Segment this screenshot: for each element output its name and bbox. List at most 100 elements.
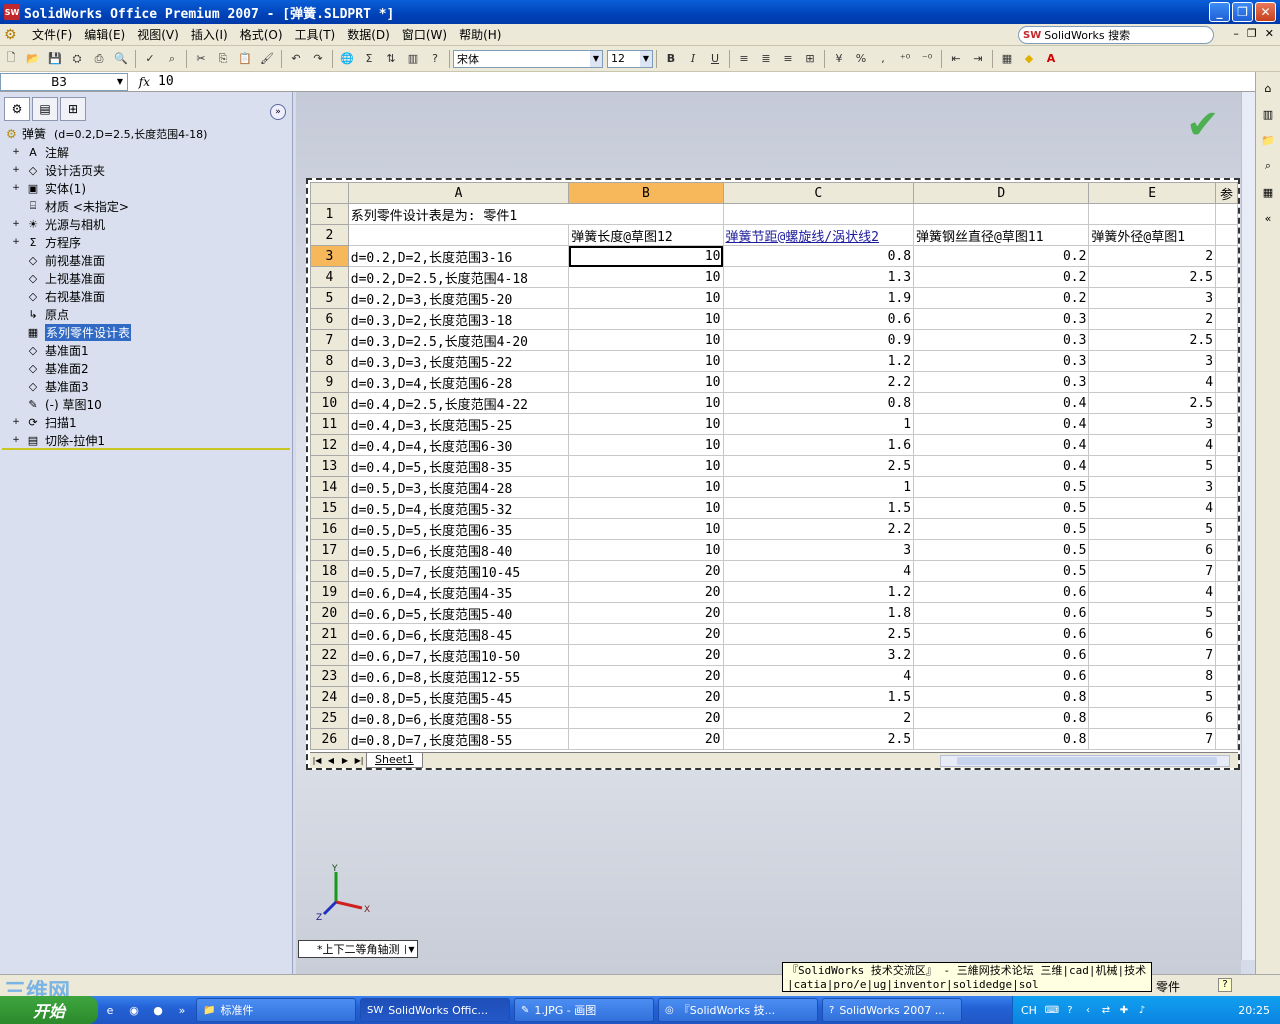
- row-header[interactable]: 11: [310, 413, 349, 435]
- mdi-close-icon[interactable]: ✕: [1265, 27, 1274, 40]
- spring-pitch-cell[interactable]: 3.2: [722, 644, 915, 666]
- config-name-cell[interactable]: d=0.3,D=2.5,长度范围4-20: [347, 329, 570, 351]
- spring-length-cell[interactable]: 20: [568, 686, 724, 708]
- spring-pitch-cell[interactable]: 0.8: [722, 392, 915, 414]
- config-name-cell[interactable]: d=0.8,D=7,长度范围8-55: [347, 728, 570, 750]
- tree-item[interactable]: ↳ 原点: [0, 305, 293, 323]
- volume-icon[interactable]: ♪: [1135, 1003, 1149, 1017]
- help-icon[interactable]: ?: [425, 49, 445, 69]
- row-header[interactable]: 5: [310, 287, 349, 309]
- wire-diameter-cell[interactable]: 0.6: [913, 623, 1090, 645]
- row-header[interactable]: 13: [310, 455, 349, 477]
- grid-cell[interactable]: [1215, 665, 1238, 687]
- more-quick-launch-icon[interactable]: »: [172, 1000, 192, 1020]
- solidworks-app-icon[interactable]: SW: [4, 4, 20, 20]
- chevron-down-icon[interactable]: ▼: [405, 944, 417, 954]
- grid-cell[interactable]: [1215, 581, 1238, 603]
- grid-cell[interactable]: [1215, 245, 1238, 267]
- spring-pitch-cell[interactable]: 4: [722, 665, 915, 687]
- wire-diameter-cell[interactable]: 0.4: [913, 434, 1090, 456]
- row-header[interactable]: 18: [310, 560, 349, 582]
- spring-pitch-cell[interactable]: 1.3: [722, 266, 915, 288]
- tree-item[interactable]: + Σ 方程序: [0, 233, 293, 251]
- fill-color-icon[interactable]: ◆: [1019, 49, 1039, 69]
- outer-diameter-cell[interactable]: 7: [1088, 560, 1217, 582]
- align-center-icon[interactable]: ≣: [756, 49, 776, 69]
- spring-pitch-cell[interactable]: 2.5: [722, 455, 915, 477]
- wire-diameter-cell[interactable]: 0.6: [913, 665, 1090, 687]
- wire-diameter-cell[interactable]: 0.6: [913, 581, 1090, 603]
- status-help-icon[interactable]: ?: [1218, 978, 1232, 992]
- underline-button[interactable]: U: [705, 49, 725, 69]
- grid-cell[interactable]: [1215, 518, 1238, 540]
- grid-cell[interactable]: [1215, 560, 1238, 582]
- currency-icon[interactable]: ¥: [829, 49, 849, 69]
- taskbar-button[interactable]: ? SolidWorks 2007 ...: [822, 998, 962, 1022]
- grid-cell[interactable]: [1215, 623, 1238, 645]
- column-header[interactable]: A: [347, 182, 570, 204]
- spring-length-cell[interactable]: 10: [568, 245, 724, 267]
- row-header[interactable]: 1: [310, 203, 349, 225]
- config-name-cell[interactable]: d=0.5,D=3,长度范围4-28: [347, 476, 570, 498]
- research-icon[interactable]: ⌕: [162, 49, 182, 69]
- spring-length-cell[interactable]: 10: [568, 413, 724, 435]
- row-header[interactable]: 23: [310, 665, 349, 687]
- rollback-bar[interactable]: [2, 448, 290, 450]
- tree-item[interactable]: ◇ 前视基准面: [0, 251, 293, 269]
- row-header[interactable]: 10: [310, 392, 349, 414]
- close-button[interactable]: ✕: [1255, 2, 1276, 22]
- row-header[interactable]: 16: [310, 518, 349, 540]
- bold-button[interactable]: B: [661, 49, 681, 69]
- menu-file[interactable]: 文件(F): [26, 26, 78, 43]
- wire-diameter-cell[interactable]: 0.2: [913, 287, 1090, 309]
- outer-diameter-cell[interactable]: 4: [1088, 497, 1217, 519]
- wire-diameter-cell[interactable]: 0.3: [913, 329, 1090, 351]
- spring-length-cell[interactable]: 20: [568, 560, 724, 582]
- wire-diameter-cell[interactable]: 0.2: [913, 266, 1090, 288]
- grid-cell[interactable]: [1215, 350, 1238, 372]
- spring-pitch-cell[interactable]: 4: [722, 560, 915, 582]
- spelling-icon[interactable]: ✓: [140, 49, 160, 69]
- name-box[interactable]: B3 ▼: [0, 72, 128, 91]
- wire-diameter-cell[interactable]: 0.8: [913, 728, 1090, 750]
- grid-cell[interactable]: [1215, 392, 1238, 414]
- tree-item[interactable]: ◇ 上视基准面: [0, 269, 293, 287]
- solidworks-menu-icon[interactable]: ⚙: [4, 27, 22, 43]
- spring-length-cell[interactable]: 10: [568, 539, 724, 561]
- spring-pitch-cell[interactable]: 2.2: [722, 371, 915, 393]
- fx-icon[interactable]: fx: [128, 75, 158, 89]
- help-tray-icon[interactable]: ?: [1063, 1003, 1077, 1017]
- row-header[interactable]: 12: [310, 434, 349, 456]
- config-name-cell[interactable]: d=0.3,D=4,长度范围6-28: [347, 371, 570, 393]
- menu-format[interactable]: 格式(O): [234, 26, 289, 43]
- outer-diameter-cell[interactable]: 6: [1088, 707, 1217, 729]
- outer-diameter-cell[interactable]: 2.5: [1088, 329, 1217, 351]
- row-header[interactable]: 9: [310, 371, 349, 393]
- feature-manager-tab-icon[interactable]: ⚙: [4, 97, 30, 121]
- wire-diameter-cell[interactable]: 0.3: [913, 371, 1090, 393]
- wire-diameter-cell[interactable]: 0.5: [913, 518, 1090, 540]
- outer-diameter-cell[interactable]: 8: [1088, 665, 1217, 687]
- expand-plus-icon[interactable]: +: [11, 435, 21, 445]
- keyboard-icon[interactable]: ⌨: [1045, 1003, 1059, 1017]
- paste-icon[interactable]: 📋: [235, 49, 255, 69]
- column-header[interactable]: B: [568, 182, 724, 204]
- taskbar-button[interactable]: SW SolidWorks Offic...: [360, 998, 510, 1022]
- wire-diameter-cell[interactable]: 0.5: [913, 539, 1090, 561]
- sheet-tab[interactable]: Sheet1: [366, 753, 423, 768]
- wire-diameter-cell[interactable]: 0.6: [913, 644, 1090, 666]
- spring-pitch-cell[interactable]: 0.6: [722, 308, 915, 330]
- decrease-decimal-icon[interactable]: ⁻⁰: [917, 49, 937, 69]
- grid-cell[interactable]: [1088, 203, 1217, 225]
- taskbar-button[interactable]: ◎ 『SolidWorks 技...: [658, 998, 818, 1022]
- scrollbar-thumb[interactable]: [957, 757, 1217, 765]
- config-name-cell[interactable]: d=0.6,D=7,长度范围10-50: [347, 644, 570, 666]
- spring-length-cell[interactable]: 10: [568, 287, 724, 309]
- spring-length-cell[interactable]: 10: [568, 266, 724, 288]
- config-name-cell[interactable]: d=0.8,D=6,长度范围8-55: [347, 707, 570, 729]
- spring-length-cell[interactable]: 20: [568, 602, 724, 624]
- expand-plus-icon[interactable]: +: [11, 237, 21, 247]
- spring-length-cell[interactable]: 20: [568, 644, 724, 666]
- wire-diameter-cell[interactable]: 0.4: [913, 455, 1090, 477]
- outer-diameter-cell[interactable]: 5: [1088, 686, 1217, 708]
